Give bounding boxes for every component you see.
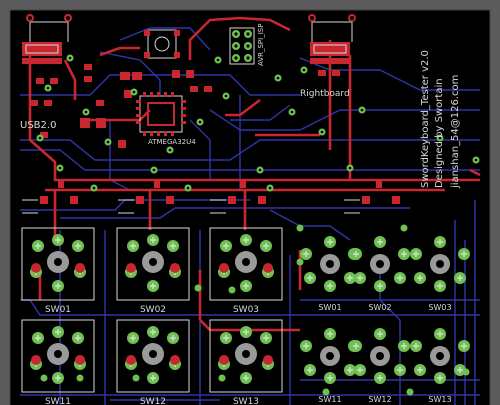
- key-switch-label: SW13: [428, 395, 451, 404]
- board-title-line-3: jianshan_54@126.com: [450, 75, 461, 189]
- key-switch-label: SW01: [45, 305, 71, 315]
- key-switch-label: SW03: [233, 305, 259, 315]
- isp-header-label: AVR_SPI_ISP: [257, 24, 265, 66]
- right-board-label: Rightboard: [300, 89, 350, 99]
- key-switch-label: SW02: [140, 305, 166, 315]
- board-title-line-2: Designed by Swortain: [434, 78, 445, 188]
- key-switch-label: SW11: [45, 397, 71, 405]
- key-switch-label: SW03: [428, 303, 451, 312]
- key-switch-label: SW13: [233, 397, 259, 405]
- key-switch-label: SW01: [318, 303, 341, 312]
- mcu-label: ATMEGA32U4: [148, 138, 196, 146]
- usb-label: USB2.0: [20, 120, 56, 131]
- key-switch-label: SW11: [318, 395, 341, 404]
- board-title-line-1: SwordKeyboard_Tester v2.0: [420, 50, 431, 188]
- pcb-layout: SW01 SW02 SW03 SW11 SW12 SW13 SW01 SW02 SW03 SW11…: [9, 9, 491, 405]
- key-switch-label: SW12: [140, 397, 166, 405]
- key-switch-label: SW12: [368, 395, 391, 404]
- key-switch-label: SW02: [368, 303, 391, 312]
